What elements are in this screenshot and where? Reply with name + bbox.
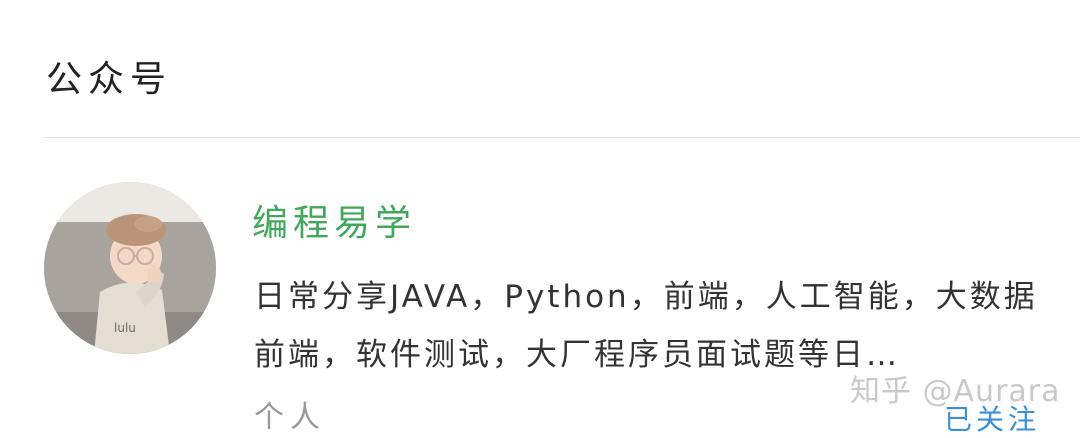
follow-status-button[interactable]: 已关注 <box>944 398 1040 438</box>
child-avatar-image: lulu <box>44 182 216 354</box>
account-type-label: 个人 <box>254 400 326 435</box>
account-name[interactable]: 编程易学 <box>252 194 416 246</box>
avatar[interactable]: lulu <box>44 182 216 354</box>
section-title: 公众号 <box>46 59 173 100</box>
svg-text:lulu: lulu <box>114 321 136 335</box>
account-card[interactable]: lulu 编程易学 日常分享JAVA，Python，前端，人工智能，大数据前端，… <box>0 138 1080 436</box>
